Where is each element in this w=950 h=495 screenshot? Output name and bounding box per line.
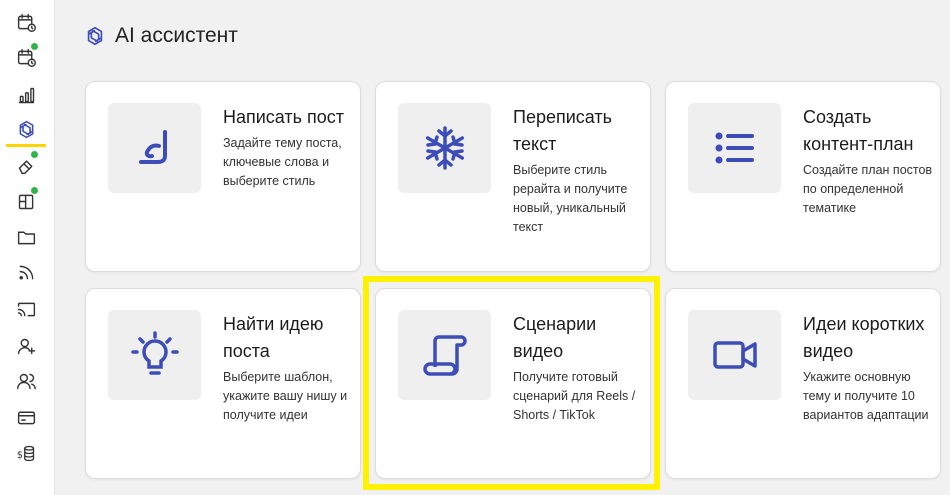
users-icon[interactable] <box>14 369 38 393</box>
card-rewrite-text[interactable]: Переписать текст Выберите стиль рерайта … <box>375 81 651 272</box>
coins-icon[interactable]: $ <box>14 441 38 465</box>
lightbulb-icon <box>130 331 179 375</box>
bar-chart-icon[interactable] <box>14 83 38 107</box>
card-description: Укажите основную тему и получите 10 вари… <box>803 370 929 422</box>
card-content-plan[interactable]: Создать контент-план Создайте план посто… <box>665 81 941 272</box>
card-video-scripts[interactable]: Сценарии видео Получите готовый сценарий… <box>375 288 651 479</box>
page-header: AI ассистент <box>84 24 238 48</box>
layout-icon[interactable] <box>14 187 38 213</box>
eraser-icon[interactable] <box>14 151 38 177</box>
card-title: Найти идею поста <box>223 314 324 361</box>
card-title: Переписать текст <box>513 107 613 154</box>
card-description: Получите готовый сценарий для Reels / Sh… <box>513 370 636 422</box>
card-description: Выберите шаблон, укажите вашу нишу и пол… <box>223 370 348 422</box>
list-icon <box>715 132 754 164</box>
card-short-video-ideas[interactable]: Идеи коротких видео Укажите основную тем… <box>665 288 941 479</box>
active-indicator <box>6 144 46 147</box>
card-description: Создайте план постов по определенной тем… <box>803 163 933 215</box>
card-icon-box <box>398 310 491 400</box>
video-camera-icon <box>712 341 757 369</box>
card-title: Создать контент-план <box>803 107 914 154</box>
card-find-idea[interactable]: Найти идею поста Выберите шаблон, укажит… <box>85 288 361 479</box>
notification-dot <box>31 151 38 158</box>
card-icon-box <box>108 310 201 400</box>
rss-icon[interactable] <box>14 260 38 284</box>
svg-text:$: $ <box>16 449 22 460</box>
main-content: AI ассистент Написать пост Задайте тему … <box>56 0 950 495</box>
card-icon-box <box>398 103 491 193</box>
card-write-post[interactable]: Написать пост Задайте тему поста, ключев… <box>85 81 361 272</box>
card-icon-box <box>688 103 781 193</box>
sidebar: $ <box>0 0 55 495</box>
notification-dot <box>31 187 38 194</box>
notification-dot <box>31 43 38 50</box>
credit-card-icon[interactable] <box>14 405 38 429</box>
card-title: Написать пост <box>223 107 345 127</box>
card-icon-box <box>108 103 201 193</box>
calendar-clock-icon[interactable] <box>14 10 38 34</box>
page-title: AI ассистент <box>115 24 238 47</box>
card-title: Сценарии видео <box>513 314 597 361</box>
scroll-icon <box>422 335 467 376</box>
calendar-clock-icon[interactable] <box>14 43 38 69</box>
card-description: Задайте тему поста, ключевые слова и выб… <box>223 136 342 188</box>
cast-icon[interactable] <box>14 297 38 321</box>
card-icon-box <box>688 310 781 400</box>
folder-icon[interactable] <box>14 225 38 249</box>
ai-sparkle-icon <box>87 26 103 46</box>
user-plus-icon[interactable] <box>14 334 38 358</box>
card-description: Выберите стиль рерайта и получите новый,… <box>513 163 628 234</box>
pen-icon <box>138 130 167 164</box>
ai-sparkle-icon[interactable] <box>14 117 38 141</box>
snowflake-icon <box>425 126 464 170</box>
card-title: Идеи коротких видео <box>803 314 925 361</box>
